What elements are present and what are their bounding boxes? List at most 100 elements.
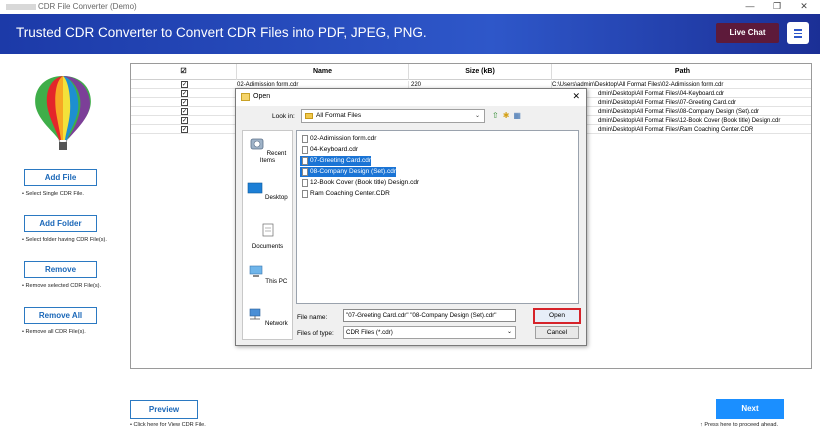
file-icon: [302, 190, 308, 198]
next-button[interactable]: Next: [716, 399, 784, 419]
place-recent-items[interactable]: Recent Items: [243, 137, 292, 164]
chevron-down-icon: ⌄: [506, 329, 512, 335]
preview-hint: • Click here for View CDR File.: [130, 422, 206, 428]
look-in-label: Look in:: [272, 113, 295, 120]
row-path: dmin\Desktop\All Format Files\08-Company…: [598, 109, 760, 115]
row-checkbox[interactable]: ✓: [181, 108, 188, 115]
table-header: ☑ Name Size (kB) Path: [131, 64, 811, 80]
desktop-icon: [247, 182, 263, 194]
row-path: dmin\Desktop\All Format Files\12-Book Co…: [598, 118, 781, 124]
look-in-value: All Format Files: [316, 112, 362, 119]
dialog-folder-icon: [241, 93, 250, 101]
place-label: Network: [265, 320, 288, 327]
close-icon[interactable]: ✕: [797, 1, 811, 12]
file-name: Ram Coaching Center.CDR: [310, 190, 390, 197]
row-checkbox[interactable]: ✓: [181, 117, 188, 124]
file-name: 02-Adimission form.cdr: [310, 135, 377, 142]
place-label: Documents: [251, 243, 284, 250]
file-name-input[interactable]: "07-Greeting Card.cdr" "08-Company Desig…: [343, 309, 516, 322]
remove-all-hint: • Remove all CDR File(s).: [22, 329, 86, 335]
row-path-wrap: dmin\Desktop\All Format Files\04-Keyboar…: [552, 90, 811, 98]
file-icon: [302, 179, 308, 187]
list-item[interactable]: 04-Keyboard.cdr: [300, 145, 358, 155]
app-icon: [6, 3, 36, 10]
network-icon: [249, 308, 261, 320]
row-path-wrap: dmin\Desktop\All Format Files\Ram Coachi…: [552, 126, 811, 134]
window-titlebar: CDR File Converter (Demo) — ❐ ✕: [0, 0, 820, 14]
window-title-text: CDR File Converter (Demo): [38, 2, 137, 11]
menu-icon: [794, 29, 802, 31]
documents-icon: [262, 223, 273, 237]
row-path: C:\Users\admin\Desktop\All Format Files\…: [552, 82, 724, 88]
add-folder-button[interactable]: Add Folder: [24, 215, 97, 232]
file-type-label: Files of type:: [297, 330, 334, 337]
dialog-toolbar: ⇧ ✱ ▦: [492, 111, 525, 120]
list-item[interactable]: 02-Adimission form.cdr: [300, 134, 376, 144]
add-folder-hint: • Select folder having CDR File(s).: [22, 237, 107, 243]
dialog-close-icon[interactable]: ✕: [572, 91, 580, 102]
new-folder-icon[interactable]: ✱: [503, 111, 510, 120]
view-menu-icon[interactable]: ▦: [513, 111, 521, 120]
file-icon: [302, 135, 308, 143]
row-checkbox[interactable]: ✓: [181, 126, 188, 133]
add-file-button[interactable]: Add File: [24, 169, 97, 186]
file-icon: [302, 157, 308, 165]
row-path-wrap: dmin\Desktop\All Format Files\12-Book Co…: [552, 117, 811, 125]
recent-items-icon: [250, 138, 264, 150]
row-path: dmin\Desktop\All Format Files\07-Greetin…: [598, 100, 737, 106]
column-name[interactable]: Name: [237, 64, 409, 80]
column-size[interactable]: Size (kB): [409, 64, 552, 80]
folder-icon: [305, 113, 313, 119]
row-checkbox[interactable]: ✓: [181, 90, 188, 97]
file-type-value: CDR Files (*.cdr): [346, 329, 393, 336]
remove-button[interactable]: Remove: [24, 261, 97, 278]
chevron-down-icon: ⌄: [474, 113, 480, 119]
file-icon: [302, 168, 308, 176]
place-desktop[interactable]: Desktop: [243, 181, 292, 201]
open-button[interactable]: Open: [533, 308, 581, 324]
place-network[interactable]: Network: [243, 307, 292, 327]
file-name: 04-Keyboard.cdr: [310, 146, 359, 153]
row-path-wrap: dmin\Desktop\All Format Files\08-Company…: [552, 108, 811, 116]
row-checkbox[interactable]: ✓: [181, 81, 188, 88]
row-path: dmin\Desktop\All Format Files\Ram Coachi…: [598, 127, 754, 133]
next-hint: ↑ Press here to proceed ahead.: [700, 422, 779, 428]
places-bar: Recent Items Desktop Documents This PC N…: [242, 130, 293, 340]
place-label: Recent Items: [259, 150, 287, 164]
up-folder-icon[interactable]: ⇧: [492, 111, 499, 120]
add-file-hint: • Select Single CDR File.: [22, 191, 84, 197]
list-item[interactable]: 12-Book Cover (Book title) Design.cdr: [300, 178, 419, 188]
select-all-checkbox[interactable]: ☑: [131, 64, 237, 80]
live-chat-button[interactable]: Live Chat: [716, 23, 779, 43]
file-name: 12-Book Cover (Book title) Design.cdr: [310, 179, 420, 186]
look-in-dropdown[interactable]: All Format Files ⌄: [301, 109, 485, 123]
place-label: Desktop: [265, 194, 288, 201]
computer-icon: [249, 265, 262, 277]
coreldraw-balloon-logo: [35, 76, 91, 150]
place-label: This PC: [265, 278, 288, 285]
file-name: 07-Greeting Card.cdr: [310, 157, 372, 164]
file-type-select[interactable]: CDR Files (*.cdr) ⌄: [343, 326, 516, 339]
list-item[interactable]: 07-Greeting Card.cdr: [300, 156, 372, 166]
file-name: 08-Company Design (Set).cdr: [310, 168, 396, 175]
minimize-icon[interactable]: —: [743, 1, 757, 11]
place-documents[interactable]: Documents: [243, 223, 292, 250]
list-item[interactable]: Ram Coaching Center.CDR: [300, 189, 390, 199]
file-icon: [302, 146, 308, 154]
dialog-titlebar: Open ✕: [236, 89, 586, 106]
place-this-pc[interactable]: This PC: [243, 265, 292, 285]
banner-title: Trusted CDR Converter to Convert CDR Fil…: [16, 25, 427, 40]
file-name-label: File name:: [297, 314, 328, 321]
maximize-icon[interactable]: ❐: [770, 1, 784, 12]
dialog-title: Open: [253, 93, 271, 100]
remove-all-button[interactable]: Remove All: [24, 307, 97, 324]
list-item[interactable]: 08-Company Design (Set).cdr: [300, 167, 396, 177]
header-banner: Trusted CDR Converter to Convert CDR Fil…: [0, 14, 820, 54]
column-path[interactable]: Path: [552, 64, 811, 80]
hamburger-menu-button[interactable]: [787, 22, 809, 44]
row-checkbox[interactable]: ✓: [181, 99, 188, 106]
window-title: CDR File Converter (Demo): [6, 2, 137, 11]
preview-button[interactable]: Preview: [130, 400, 198, 419]
cancel-button[interactable]: Cancel: [535, 326, 579, 339]
open-file-dialog: Open ✕ Look in: All Format Files ⌄ ⇧ ✱ ▦ R…: [235, 88, 587, 346]
